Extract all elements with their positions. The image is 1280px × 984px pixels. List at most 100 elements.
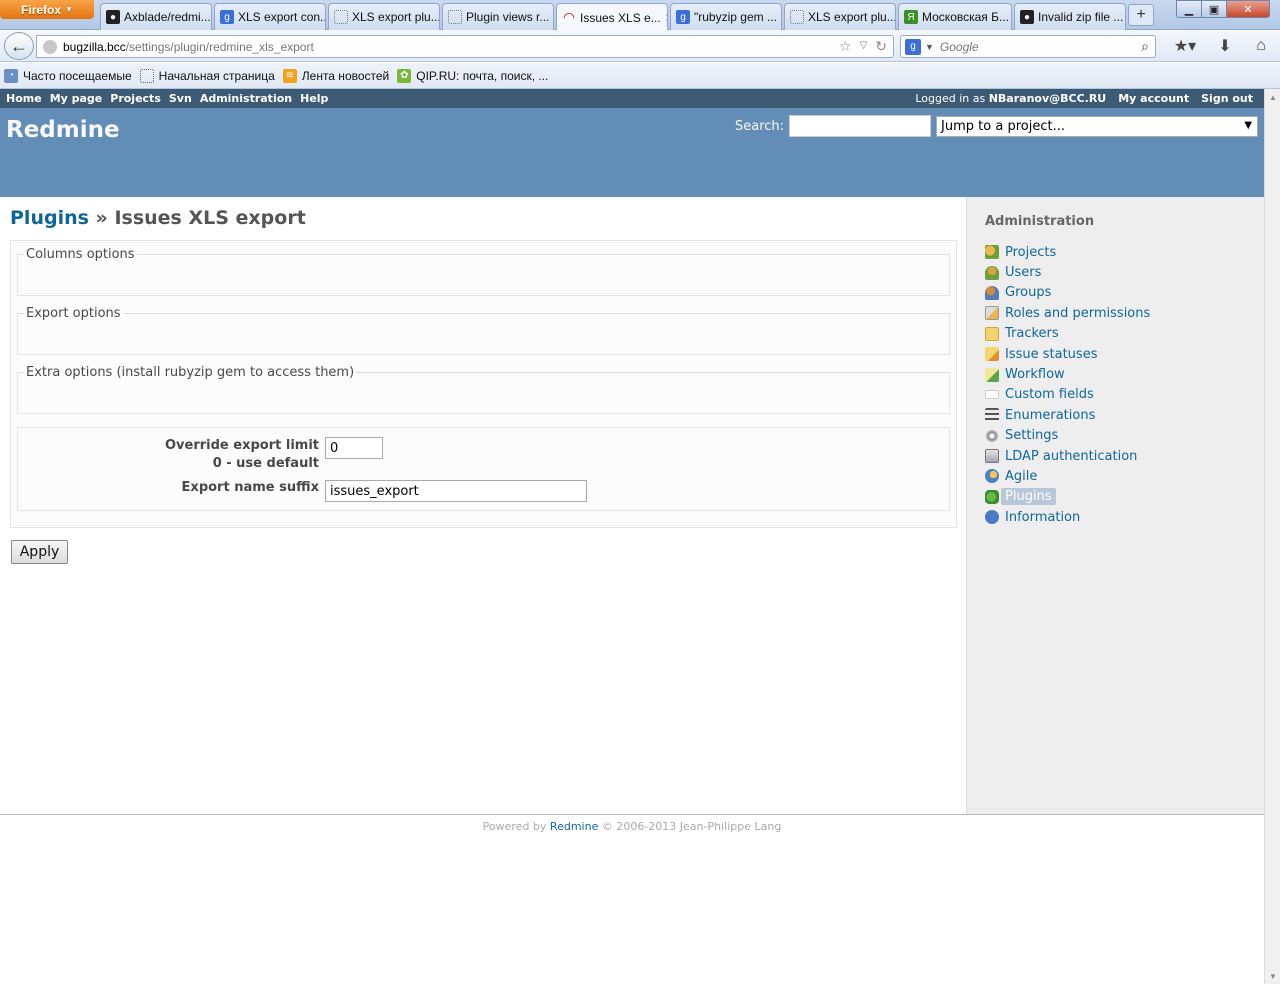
browser-tab[interactable]: Я Московская Б... — [898, 3, 1012, 30]
browser-tab[interactable]: g XLS export con... — [214, 3, 326, 30]
browser-search-bar[interactable]: g ▼ Google ⌕ — [900, 35, 1156, 58]
bookmark-item[interactable]: ✿ QIP.RU: почта, поиск, ... — [397, 68, 548, 83]
bookmark-item[interactable]: ≋ Лента новостей — [282, 68, 390, 83]
export-name-suffix-input[interactable]: issues_export — [325, 480, 587, 502]
sidebar-link-ldap[interactable]: LDAP authentication — [1005, 449, 1137, 464]
sidebar-link-trackers[interactable]: Trackers — [1005, 326, 1059, 341]
bookmarks-menu-button[interactable]: ★▾ — [1168, 36, 1202, 56]
users-icon — [985, 265, 999, 280]
breadcrumb-plugins-link[interactable]: Plugins — [10, 207, 89, 229]
jump-to-project-select[interactable]: Jump to a project... ▼ — [936, 115, 1259, 137]
scroll-up-icon[interactable]: ▲ — [1265, 89, 1280, 105]
redmine-icon: ◠ — [562, 9, 576, 25]
site-title: Redmine — [6, 117, 120, 143]
blank-page-icon — [139, 68, 154, 83]
sidebar-item-groups: Groups — [985, 283, 1150, 303]
bookmark-item[interactable]: Начальная страница — [139, 68, 275, 83]
magnifier-icon[interactable]: ⌕ — [1141, 38, 1149, 55]
plugin-settings-box: Columns options Export options Extra opt… — [10, 240, 957, 528]
window-maximize-button[interactable]: ▣ — [1201, 0, 1227, 18]
sidebar-item-trackers: Trackers — [985, 324, 1150, 344]
sidebar-link-plugins[interactable]: Plugins — [1001, 488, 1056, 506]
apply-button[interactable]: Apply — [11, 540, 68, 564]
sidebar-item-users: Users — [985, 262, 1150, 282]
content: Plugins » Issues XLS export Columns opti… — [0, 197, 966, 814]
export-name-suffix-label: Export name suffix — [181, 480, 319, 495]
window-minimize-button[interactable]: ▁ — [1176, 0, 1202, 18]
sidebar-link-custom-fields[interactable]: Custom fields — [1005, 387, 1094, 402]
firefox-menu-button[interactable]: Firefox ▼ — [0, 0, 94, 19]
qip-icon: ✿ — [397, 68, 412, 83]
top-menu-my-page[interactable]: My page — [50, 92, 103, 105]
reload-icon[interactable]: ↻ — [875, 38, 887, 55]
sidebar-link-issue-statuses[interactable]: Issue statuses — [1005, 347, 1097, 362]
sidebar-link-roles[interactable]: Roles and permissions — [1005, 306, 1150, 321]
bookmark-label: Лента новостей — [301, 68, 390, 83]
logged-in-user[interactable]: NBaranov@BCC.RU — [989, 92, 1107, 105]
sidebar-link-agile[interactable]: Agile — [1005, 469, 1037, 484]
sidebar-item-workflow: Workflow — [985, 364, 1150, 384]
extra-options-fieldset: Extra options (install rubyzip gem to ac… — [17, 365, 950, 414]
sidebar-link-workflow[interactable]: Workflow — [1005, 367, 1065, 382]
bookmarks-star-icon: ★▾ — [1173, 38, 1197, 55]
browser-tab[interactable]: XLS export plu... — [784, 3, 896, 30]
issue-statuses-icon — [985, 347, 999, 362]
sidebar-link-information[interactable]: Information — [1005, 510, 1080, 525]
override-export-limit-input[interactable]: 0 — [325, 437, 383, 459]
sidebar-link-projects[interactable]: Projects — [1005, 245, 1056, 260]
columns-options-legend[interactable]: Columns options — [24, 247, 137, 262]
bookmark-item[interactable]: ◔ Часто посещаемые — [4, 68, 132, 83]
information-icon — [985, 510, 999, 525]
admin-menu: Projects Users Groups Roles and permissi… — [985, 242, 1150, 527]
projects-icon — [985, 245, 999, 260]
browser-tab[interactable]: ● Axblade/redmi... — [100, 3, 212, 30]
page-title: Plugins » Issues XLS export — [10, 207, 306, 229]
chevron-down-icon[interactable]: ▼ — [925, 42, 934, 52]
yandex-icon: Я — [904, 10, 918, 24]
browser-tab[interactable]: Plugin views r... — [442, 3, 554, 30]
minimize-icon: ▁ — [1184, 3, 1194, 16]
browser-tab[interactable]: XLS export plu... — [328, 3, 440, 30]
browser-tab-active[interactable]: ◠ Issues XLS e... ✕ — [556, 3, 668, 31]
home-icon: ⌂ — [1256, 37, 1266, 54]
search-input[interactable] — [789, 115, 932, 137]
chevron-down-icon: ▼ — [65, 5, 73, 14]
top-menu-svn[interactable]: Svn — [169, 92, 192, 105]
override-export-limit-hint: 0 - use default — [212, 456, 319, 471]
sidebar-item-agile: Agile — [985, 466, 1150, 486]
vertical-scrollbar[interactable]: ▲ ▼ — [1264, 89, 1280, 984]
window-close-button[interactable]: ✕ — [1226, 0, 1270, 18]
agile-icon — [985, 469, 999, 484]
extra-options-legend: Extra options (install rubyzip gem to ac… — [26, 365, 355, 380]
top-menu-help[interactable]: Help — [300, 92, 328, 105]
page-title-text: Issues XLS export — [114, 207, 306, 229]
my-account-link[interactable]: My account — [1118, 92, 1189, 105]
new-tab-button[interactable]: + — [1128, 4, 1154, 26]
sidebar-link-users[interactable]: Users — [1005, 265, 1041, 280]
footer-redmine-link[interactable]: Redmine — [550, 820, 598, 833]
sidebar-link-groups[interactable]: Groups — [1005, 285, 1051, 300]
downloads-button[interactable]: ⬇ — [1214, 36, 1236, 56]
chevron-down-icon[interactable]: ▽ — [860, 38, 868, 55]
top-menu-administration[interactable]: Administration — [200, 92, 292, 105]
scroll-down-icon[interactable]: ▼ — [1265, 968, 1280, 984]
back-button[interactable]: ← — [4, 32, 34, 60]
url-bar[interactable]: bugzilla.bcc/settings/plugin/redmine_xls… — [36, 35, 894, 58]
sign-out-link[interactable]: Sign out — [1201, 92, 1253, 105]
logged-in-prefix: Logged in as — [915, 92, 986, 105]
sidebar-link-settings[interactable]: Settings — [1005, 428, 1058, 443]
top-menu-projects[interactable]: Projects — [110, 92, 161, 105]
sidebar-title: Administration — [985, 214, 1095, 229]
close-tab-icon[interactable]: ✕ — [665, 11, 667, 25]
browser-tab[interactable]: ● Invalid zip file ... — [1014, 3, 1126, 30]
sidebar-link-enumerations[interactable]: Enumerations — [1005, 408, 1095, 423]
star-bookmark-icon[interactable]: ☆ — [839, 38, 852, 55]
export-options-legend[interactable]: Export options — [24, 306, 123, 321]
home-button[interactable]: ⌂ — [1250, 36, 1272, 56]
browser-tab[interactable]: g "rubyzip gem ... — [670, 3, 782, 30]
browser-tab-label: Plugin views r... — [466, 10, 550, 24]
groups-icon — [985, 285, 999, 300]
top-menu-home[interactable]: Home — [6, 92, 42, 105]
web-page: Home My page Projects Svn Administration… — [0, 89, 1264, 984]
google-icon[interactable]: g — [905, 38, 921, 55]
